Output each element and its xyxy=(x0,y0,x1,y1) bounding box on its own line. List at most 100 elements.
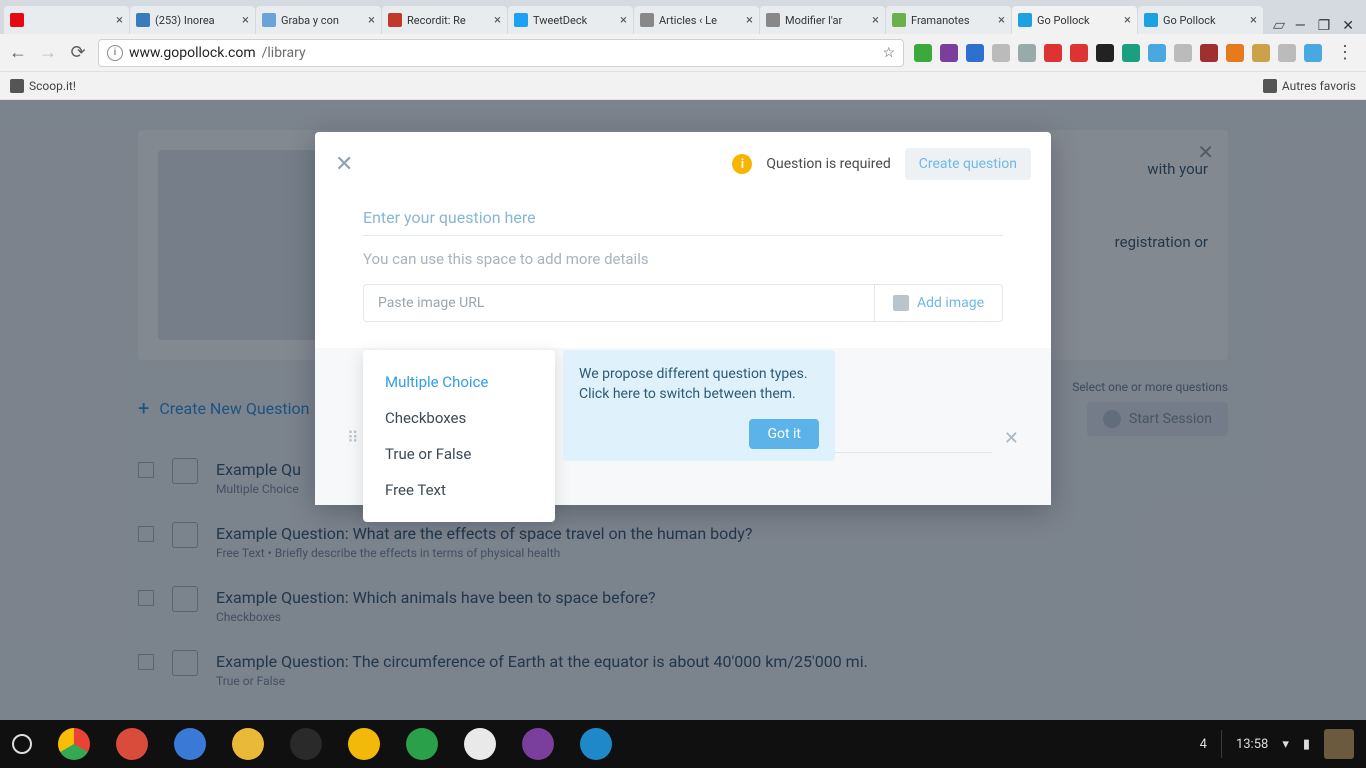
tab-close-icon[interactable]: × xyxy=(620,13,627,28)
tab-title: Framanotes xyxy=(911,14,993,27)
shelf-app-play[interactable] xyxy=(464,728,496,760)
browser-toolbar: ← → ⟳ i www.gopollock.com/library ☆ ⋮ xyxy=(0,34,1366,72)
browser-tab[interactable]: Graba y con × xyxy=(256,6,381,34)
extension-icon[interactable] xyxy=(1148,44,1166,62)
extension-icon[interactable] xyxy=(914,44,932,62)
extension-icon[interactable] xyxy=(1096,44,1114,62)
status-divider xyxy=(1221,730,1222,758)
shelf-status-area[interactable]: 4 13:58 ▾ ▮ xyxy=(1200,729,1354,759)
browser-tab[interactable]: Articles ‹ Le× xyxy=(634,6,759,34)
modal-close-button[interactable]: ✕ xyxy=(335,152,353,177)
tab-title: Recordit: Re xyxy=(407,14,489,27)
extension-icon[interactable] xyxy=(1278,44,1296,62)
tab-favicon xyxy=(514,13,528,27)
nav-forward-button[interactable]: → xyxy=(38,42,58,63)
shelf-app-chrome[interactable] xyxy=(58,728,90,760)
notification-count: 4 xyxy=(1200,737,1207,752)
browser-tab[interactable]: Recordit: Re × xyxy=(382,6,507,34)
tab-close-icon[interactable]: × xyxy=(872,13,879,28)
user-avatar[interactable] xyxy=(1324,729,1354,759)
extension-icon[interactable] xyxy=(1070,44,1088,62)
add-image-label: Add image xyxy=(917,295,984,311)
extension-icon[interactable] xyxy=(966,44,984,62)
shelf-app-docs[interactable] xyxy=(174,728,206,760)
tab-close-icon[interactable]: × xyxy=(998,13,1005,28)
modal-header: ✕ i Question is required Create question xyxy=(315,132,1051,196)
tab-title: Graba y con xyxy=(281,14,363,27)
shelf-app-icon[interactable] xyxy=(406,728,438,760)
tab-title: (253) Inorea xyxy=(155,14,237,27)
shelf-app-icon[interactable] xyxy=(290,728,322,760)
tab-favicon xyxy=(1144,13,1158,27)
tab-favicon xyxy=(640,13,654,27)
window-close-button[interactable]: ✕ xyxy=(1342,18,1354,34)
choice-remove-icon[interactable]: ✕ xyxy=(1004,428,1019,449)
tab-favicon xyxy=(262,13,276,27)
question-details-input[interactable] xyxy=(363,236,1003,274)
extension-icon[interactable] xyxy=(992,44,1010,62)
extension-icon[interactable] xyxy=(1044,44,1062,62)
shelf-app-onenote[interactable] xyxy=(522,728,554,760)
site-info-icon[interactable]: i xyxy=(107,45,123,61)
nav-reload-button[interactable]: ⟳ xyxy=(68,42,88,63)
browser-menu-button[interactable]: ⋮ xyxy=(1332,42,1358,63)
tab-close-icon[interactable]: × xyxy=(116,13,123,28)
other-bookmarks[interactable]: Autres favoris xyxy=(1263,79,1356,93)
window-minimize-button[interactable]: — xyxy=(1295,18,1306,34)
address-bar[interactable]: i www.gopollock.com/library ☆ xyxy=(98,39,904,67)
tab-close-icon[interactable]: × xyxy=(746,13,753,28)
tab-close-icon[interactable]: × xyxy=(368,13,375,28)
nav-back-button[interactable]: ← xyxy=(8,42,28,63)
shelf-app-drive[interactable] xyxy=(348,728,380,760)
extension-icon[interactable] xyxy=(1252,44,1270,62)
bookmarks-bar: Scoop.it! Autres favoris xyxy=(0,72,1366,100)
browser-tab-active[interactable]: Go Pollock× xyxy=(1012,6,1137,34)
new-tab-button[interactable]: ▱ xyxy=(1268,14,1290,34)
browser-tab[interactable]: Framanotes × xyxy=(886,6,1011,34)
modal-body: Add image xyxy=(315,196,1051,348)
browser-tab[interactable]: Modifier l'ar× xyxy=(760,6,885,34)
create-question-modal: ✕ i Question is required Create question… xyxy=(315,132,1051,505)
question-title-input[interactable] xyxy=(363,200,1003,236)
create-question-submit-button[interactable]: Create question xyxy=(905,148,1031,180)
tab-title: TweetDeck xyxy=(533,14,615,27)
drag-handle-icon[interactable]: ⠿ xyxy=(347,428,361,447)
tooltip-gotit-button[interactable]: Got it xyxy=(749,419,819,449)
browser-tab[interactable]: Go Pollock× xyxy=(1138,6,1263,34)
os-shelf: 4 13:58 ▾ ▮ xyxy=(0,720,1366,768)
extension-icon[interactable] xyxy=(1174,44,1192,62)
type-option-free-text[interactable]: Free Text xyxy=(363,472,555,508)
extension-icon[interactable] xyxy=(1200,44,1218,62)
extension-icon[interactable] xyxy=(1122,44,1140,62)
shelf-app-gmail[interactable] xyxy=(116,728,148,760)
tab-close-icon[interactable]: × xyxy=(242,13,249,28)
type-option-checkboxes[interactable]: Checkboxes xyxy=(363,400,555,436)
window-maximize-button[interactable]: ❐ xyxy=(1318,18,1331,34)
bookmark-star-icon[interactable]: ☆ xyxy=(882,45,895,61)
tab-close-icon[interactable]: × xyxy=(494,13,501,28)
bookmark-label: Autres favoris xyxy=(1282,79,1356,93)
tab-favicon xyxy=(388,13,402,27)
tab-favicon xyxy=(766,13,780,27)
add-image-button[interactable]: Add image xyxy=(874,285,1002,321)
tooltip-line: Click here to switch between them. xyxy=(579,384,819,404)
image-url-input[interactable] xyxy=(364,285,874,321)
extension-icon[interactable] xyxy=(1304,44,1322,62)
browser-tab[interactable]: × xyxy=(4,6,129,34)
browser-tab[interactable]: (253) Inorea × xyxy=(130,6,255,34)
type-option-multiple-choice[interactable]: Multiple Choice xyxy=(363,364,555,400)
launcher-button[interactable] xyxy=(12,734,32,754)
tab-close-icon[interactable]: × xyxy=(1124,13,1131,28)
extension-icon[interactable] xyxy=(1018,44,1036,62)
extension-icon[interactable] xyxy=(1226,44,1244,62)
type-option-true-false[interactable]: True or False xyxy=(363,436,555,472)
warning-icon: i xyxy=(732,154,752,174)
tab-close-icon[interactable]: × xyxy=(1250,13,1257,28)
tab-favicon xyxy=(1018,13,1032,27)
extension-icon[interactable] xyxy=(940,44,958,62)
browser-tab[interactable]: TweetDeck × xyxy=(508,6,633,34)
bookmark-item[interactable]: Scoop.it! xyxy=(10,79,76,93)
shelf-app-files[interactable] xyxy=(580,728,612,760)
window-controls: — ❐ ✕ xyxy=(1295,18,1362,34)
shelf-app-slides[interactable] xyxy=(232,728,264,760)
